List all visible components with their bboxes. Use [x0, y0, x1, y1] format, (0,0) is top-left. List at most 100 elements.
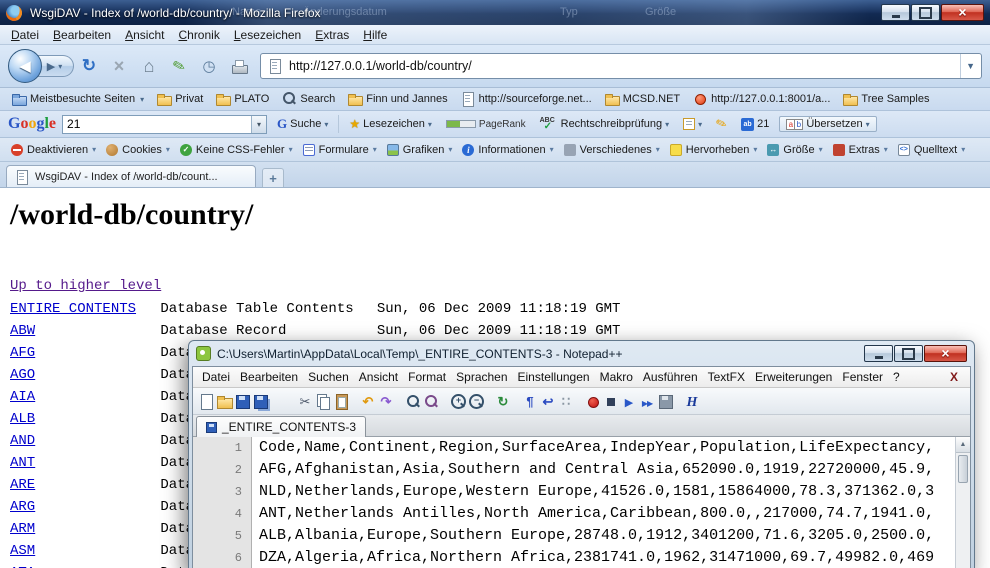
- webdev-information[interactable]: Informationen: [457, 142, 558, 158]
- paste-icon[interactable]: [332, 393, 350, 410]
- menu-item[interactable]: Sprachen: [451, 369, 512, 385]
- url-bar[interactable]: http://127.0.0.1/world-db/country/ ▼: [260, 53, 982, 79]
- spellcheck-button[interactable]: Rechtschreibprüfung▾: [536, 115, 674, 133]
- print-button[interactable]: [224, 52, 254, 80]
- bookmark-sourceforge[interactable]: http://sourceforge.net...: [455, 90, 597, 108]
- menu-item[interactable]: Hilfe: [356, 26, 394, 44]
- home-button[interactable]: ⌂: [134, 52, 164, 80]
- bookmark-finn-und-jannes[interactable]: Finn und Jannes: [342, 90, 452, 108]
- find-icon[interactable]: [404, 393, 422, 410]
- listing-link[interactable]: AIA: [10, 389, 35, 405]
- line-text[interactable]: DZA,Algeria,Africa,Northern Africa,23817…: [251, 547, 970, 568]
- minimize-button[interactable]: [864, 345, 893, 362]
- google-search-input[interactable]: 21: [63, 117, 251, 131]
- zoom-out-icon[interactable]: [467, 393, 485, 410]
- undo-icon[interactable]: [359, 393, 377, 410]
- listing-link[interactable]: AGO: [10, 367, 35, 383]
- menu-item[interactable]: Chronik: [171, 26, 226, 44]
- record-macro-icon[interactable]: [584, 393, 602, 410]
- find-replace-icon[interactable]: [422, 393, 440, 410]
- webdev-images[interactable]: Grafiken: [382, 142, 458, 158]
- line-text[interactable]: Code,Name,Continent,Region,SurfaceArea,I…: [251, 437, 970, 459]
- match-count-badge[interactable]: 21: [737, 116, 773, 133]
- webdev-cookies[interactable]: Cookies: [101, 142, 175, 158]
- bookmark-privat[interactable]: Privat: [151, 90, 208, 108]
- notepadpp-titlebar[interactable]: C:\Users\Martin\AppData\Local\Temp\_ENTI…: [192, 341, 971, 366]
- menu-item[interactable]: ?: [888, 369, 905, 385]
- url-input[interactable]: http://127.0.0.1/world-db/country/: [289, 59, 954, 73]
- print-icon[interactable]: [269, 393, 287, 410]
- bookmark-127-0-0-1-8001[interactable]: http://127.0.0.1:8001/a...: [687, 90, 835, 108]
- google-search-box[interactable]: 21 ▾: [62, 115, 267, 134]
- webdev-disable[interactable]: Deaktivieren: [6, 142, 101, 158]
- show-symbols-icon[interactable]: [521, 393, 539, 410]
- listing-link[interactable]: ENTIRE CONTENTS: [10, 301, 136, 317]
- minimize-button[interactable]: [881, 4, 910, 21]
- autofill-button[interactable]: ▾: [679, 116, 706, 132]
- listing-link[interactable]: ARM: [10, 521, 35, 537]
- play-macro-icon[interactable]: [620, 393, 638, 410]
- new-file-icon[interactable]: [197, 393, 215, 410]
- close-button[interactable]: [924, 345, 967, 362]
- menu-item[interactable]: Makro: [595, 369, 638, 385]
- tab-wsgidav-index[interactable]: WsgiDAV - Index of /world-db/count...: [6, 165, 256, 188]
- run-macro-multiple-icon[interactable]: [638, 393, 656, 410]
- save-icon[interactable]: [233, 393, 251, 410]
- menu-item[interactable]: Suchen: [303, 369, 354, 385]
- reload-button[interactable]: ↻: [74, 52, 104, 80]
- line-text[interactable]: ANT,Netherlands Antilles,North America,C…: [251, 503, 970, 525]
- redo-icon[interactable]: [377, 393, 395, 410]
- bookmark-most-visited[interactable]: Meistbesuchte Seiten: [6, 90, 149, 108]
- listing-link[interactable]: AND: [10, 433, 35, 449]
- history-clock-button[interactable]: ◷: [194, 52, 224, 80]
- editor-area[interactable]: 1 Code,Name,Continent,Region,SurfaceArea…: [193, 437, 970, 568]
- document-close-button[interactable]: X: [950, 370, 966, 384]
- menu-item[interactable]: Bearbeiten: [235, 369, 303, 385]
- refresh-icon[interactable]: [494, 393, 512, 410]
- save-all-icon[interactable]: [251, 393, 269, 410]
- up-to-higher-level-link[interactable]: Up to higher level: [10, 278, 161, 294]
- maximize-button[interactable]: [911, 4, 940, 21]
- bookmark-tree-samples[interactable]: Tree Samples: [837, 90, 934, 108]
- menu-item[interactable]: Ansicht: [354, 369, 403, 385]
- menu-item[interactable]: Erweiterungen: [750, 369, 837, 385]
- webdev-view-source[interactable]: Quelltext: [893, 142, 970, 158]
- back-button[interactable]: ◀: [8, 49, 42, 83]
- menu-item[interactable]: Format: [403, 369, 451, 385]
- menu-item[interactable]: Ansicht: [118, 26, 171, 44]
- menu-item[interactable]: Extras: [308, 26, 356, 44]
- google-bookmarks-button[interactable]: ★Lesezeichen▾: [345, 115, 436, 133]
- webdev-css[interactable]: Keine CSS-Fehler: [175, 142, 298, 158]
- zoom-in-icon[interactable]: [449, 393, 467, 410]
- webdev-tools[interactable]: Extras: [828, 142, 893, 158]
- view-html-icon[interactable]: [683, 393, 701, 410]
- menu-item[interactable]: Datei: [4, 26, 46, 44]
- url-dropdown-icon[interactable]: ▼: [960, 54, 975, 78]
- tab-entire-contents[interactable]: _ENTIRE_CONTENTS-3: [196, 416, 366, 437]
- word-wrap-icon[interactable]: [539, 393, 557, 410]
- line-text[interactable]: AFG,Afghanistan,Asia,Southern and Centra…: [251, 459, 970, 481]
- google-search-dropdown-icon[interactable]: ▾: [251, 116, 266, 133]
- copy-icon[interactable]: [314, 393, 332, 410]
- highlighter-button[interactable]: ✎: [712, 114, 731, 134]
- google-search-button[interactable]: GSuche▾: [273, 114, 332, 134]
- translate-button[interactable]: abÜbersetzen▾: [779, 116, 876, 132]
- open-file-icon[interactable]: [215, 393, 233, 410]
- maximize-button[interactable]: [894, 345, 923, 362]
- webdev-resize[interactable]: Größe: [762, 142, 827, 158]
- menu-item[interactable]: TextFX: [703, 369, 750, 385]
- line-text[interactable]: ALB,Albania,Europe,Southern Europe,28748…: [251, 525, 970, 547]
- listing-link[interactable]: ANT: [10, 455, 35, 471]
- listing-link[interactable]: ALB: [10, 411, 35, 427]
- firefox-titlebar[interactable]: WsgiDAV - Index of /world-db/country/ - …: [0, 0, 990, 25]
- listing-link[interactable]: ASM: [10, 543, 35, 559]
- listing-link[interactable]: AFG: [10, 345, 35, 361]
- bookmark-plato[interactable]: PLATO: [210, 90, 274, 108]
- menu-item[interactable]: Bearbeiten: [46, 26, 118, 44]
- menu-item[interactable]: Einstellungen: [513, 369, 595, 385]
- menu-item[interactable]: Fenster: [837, 369, 888, 385]
- webdev-miscellaneous[interactable]: Verschiedenes: [559, 142, 665, 158]
- listing-link[interactable]: ARE: [10, 477, 35, 493]
- line-text[interactable]: NLD,Netherlands,Europe,Western Europe,41…: [251, 481, 970, 503]
- listing-link[interactable]: ABW: [10, 323, 35, 339]
